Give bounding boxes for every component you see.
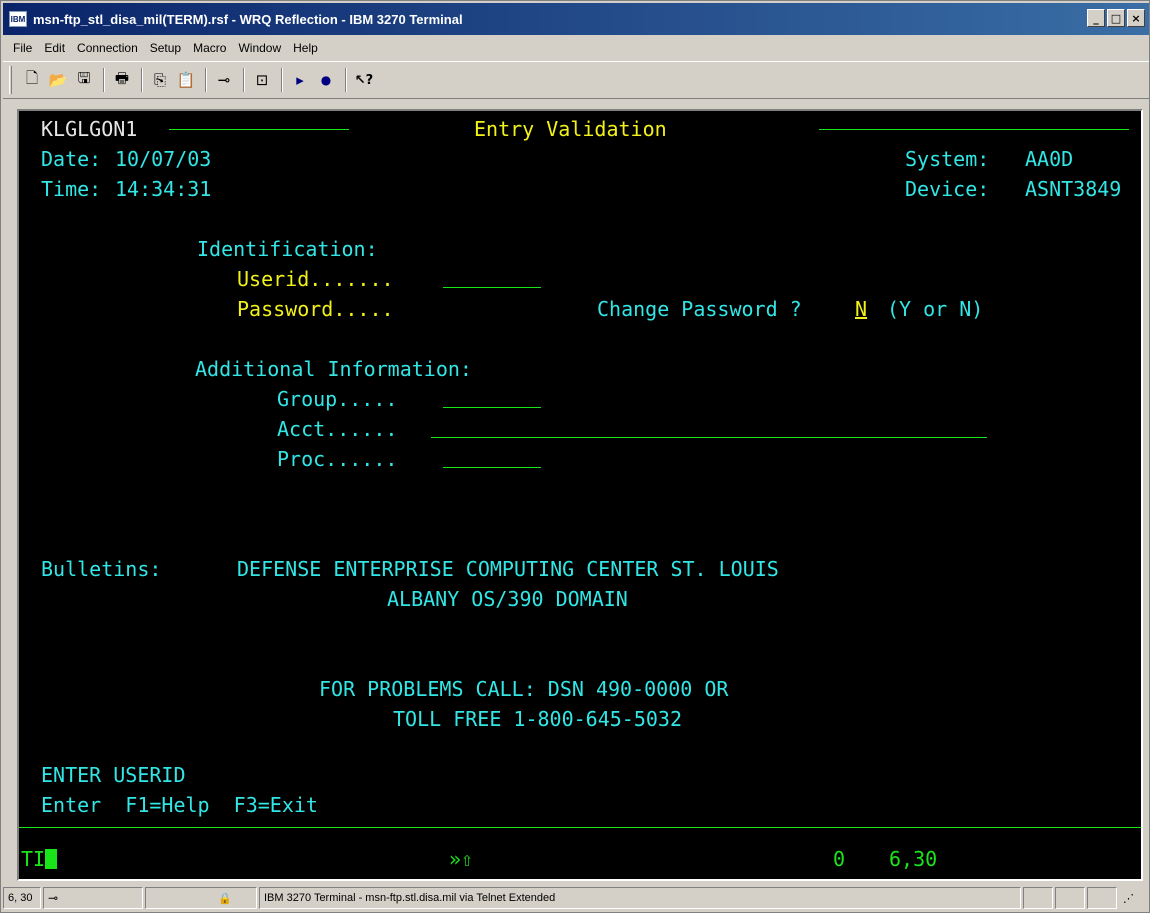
- toolbar-separator: [205, 68, 207, 92]
- status-connection-icon-cell: ⊸: [43, 887, 143, 909]
- userid-label: Userid.......: [237, 267, 394, 291]
- date-label: Date:: [41, 147, 102, 171]
- window-controls: _ □ ×: [1087, 9, 1145, 27]
- close-button[interactable]: ×: [1127, 9, 1145, 27]
- additional-info-heading: Additional Information:: [195, 357, 472, 381]
- change-password-hint: (Y or N): [887, 297, 984, 321]
- terminal-screen[interactable]: KLGLGON1 Entry Validation Date: 10/07/03…: [17, 109, 1143, 881]
- lock-icon: 🔒: [218, 892, 232, 905]
- cursor-block: [45, 849, 58, 869]
- identification-heading: Identification:: [197, 237, 378, 261]
- userid-input[interactable]: [443, 287, 541, 288]
- application-window: IBM msn-ftp_stl_disa_mil(TERM).rsf - WRQ…: [0, 0, 1150, 913]
- header-rule-right: [819, 129, 1129, 130]
- toolbar-separator: [103, 68, 105, 92]
- proc-label: Proc......: [277, 447, 398, 471]
- play-macro-icon[interactable]: ▸: [288, 68, 312, 92]
- problems-line-1: FOR PROBLEMS CALL: DSN 490-0000 OR: [319, 677, 729, 701]
- window-title: msn-ftp_stl_disa_mil(TERM).rsf - WRQ Ref…: [33, 11, 463, 27]
- acct-label: Acct......: [277, 417, 398, 441]
- menu-bar: File Edit Connection Setup Macro Window …: [3, 37, 1149, 59]
- screen-title: Entry Validation: [474, 117, 667, 141]
- resize-grip-icon[interactable]: ⋰: [1119, 887, 1137, 909]
- oia-cursor-position: 6,30: [889, 847, 938, 871]
- system-label: System:: [905, 147, 990, 171]
- problems-line-2: TOLL FREE 1-800-645-5032: [393, 707, 682, 731]
- connect-icon[interactable]: ⊸: [212, 68, 236, 92]
- menu-setup[interactable]: Setup: [144, 41, 187, 55]
- status-cell-empty-1: [1023, 887, 1053, 909]
- header-rule-left: [169, 129, 349, 130]
- shift-icon: »⇧: [449, 847, 474, 871]
- record-macro-icon[interactable]: ●: [314, 68, 338, 92]
- oia-separator: [19, 827, 1141, 828]
- status-cell-empty-3: [1087, 887, 1117, 909]
- context-help-icon[interactable]: ↖?: [352, 68, 376, 92]
- app-icon[interactable]: IBM: [9, 11, 27, 27]
- save-icon[interactable]: 🖫: [72, 68, 96, 92]
- toolbar-separator: [243, 68, 245, 92]
- change-password-input[interactable]: N: [855, 297, 867, 321]
- menu-connection[interactable]: Connection: [71, 41, 144, 55]
- pf-keys-line: Enter F1=Help F3=Exit: [41, 793, 318, 817]
- open-folder-icon[interactable]: 📂: [46, 68, 70, 92]
- toolbar-separator: [345, 68, 347, 92]
- device-value: ASNT3849: [1025, 177, 1122, 201]
- maximize-button[interactable]: □: [1107, 9, 1125, 27]
- password-label: Password.....: [237, 297, 394, 321]
- menu-help[interactable]: Help: [287, 41, 324, 55]
- device-label: Device:: [905, 177, 990, 201]
- oia-status-number: 0: [833, 847, 846, 871]
- paste-icon[interactable]: 📋: [174, 68, 198, 92]
- menu-file[interactable]: File: [7, 41, 38, 55]
- time-value: 14:34:31: [115, 177, 212, 201]
- bulletin-line-2: ALBANY OS/390 DOMAIN: [387, 587, 628, 611]
- bulletin-line-1: DEFENSE ENTERPRISE COMPUTING CENTER ST. …: [237, 557, 779, 581]
- acct-input[interactable]: [431, 437, 987, 438]
- screen-id: KLGLGON1: [41, 117, 138, 141]
- title-bar[interactable]: IBM msn-ftp_stl_disa_mil(TERM).rsf - WRQ…: [3, 3, 1149, 35]
- copy-icon[interactable]: ⎘: [148, 68, 172, 92]
- oia-indicator: TI: [21, 847, 58, 871]
- status-cursor-position: 6, 30: [3, 887, 41, 909]
- disconnect-icon[interactable]: ⊡: [250, 68, 274, 92]
- status-lock-cell: 🔒: [145, 887, 257, 909]
- connection-icon: ⊸: [48, 891, 59, 905]
- date-value: 10/07/03: [115, 147, 212, 171]
- print-icon[interactable]: 🖶: [110, 68, 134, 92]
- toolbar-separator: [281, 68, 283, 92]
- proc-input[interactable]: [443, 467, 541, 468]
- change-password-label: Change Password ?: [597, 297, 802, 321]
- status-bar: 6, 30 ⊸ 🔒 IBM 3270 Terminal - msn-ftp.st…: [3, 885, 1149, 911]
- system-value: AA0D: [1025, 147, 1074, 171]
- menu-window[interactable]: Window: [232, 41, 287, 55]
- status-connection-text: IBM 3270 Terminal - msn-ftp.stl.disa.mil…: [259, 887, 1021, 909]
- message-line: ENTER USERID: [41, 763, 186, 787]
- menu-edit[interactable]: Edit: [38, 41, 71, 55]
- toolbar-separator: [141, 68, 143, 92]
- toolbar: 🗋 📂 🖫 🖶 ⎘ 📋 ⊸ ⊡ ▸ ● ↖?: [3, 61, 1149, 99]
- password-input[interactable]: [443, 317, 541, 318]
- bulletins-label: Bulletins:: [41, 557, 162, 581]
- toolbar-grip[interactable]: [9, 66, 12, 94]
- menu-macro[interactable]: Macro: [187, 41, 232, 55]
- minimize-button[interactable]: _: [1087, 9, 1105, 27]
- status-cell-empty-2: [1055, 887, 1085, 909]
- group-label: Group.....: [277, 387, 398, 411]
- time-label: Time:: [41, 177, 102, 201]
- new-file-icon[interactable]: 🗋: [20, 68, 44, 92]
- group-input[interactable]: [443, 407, 541, 408]
